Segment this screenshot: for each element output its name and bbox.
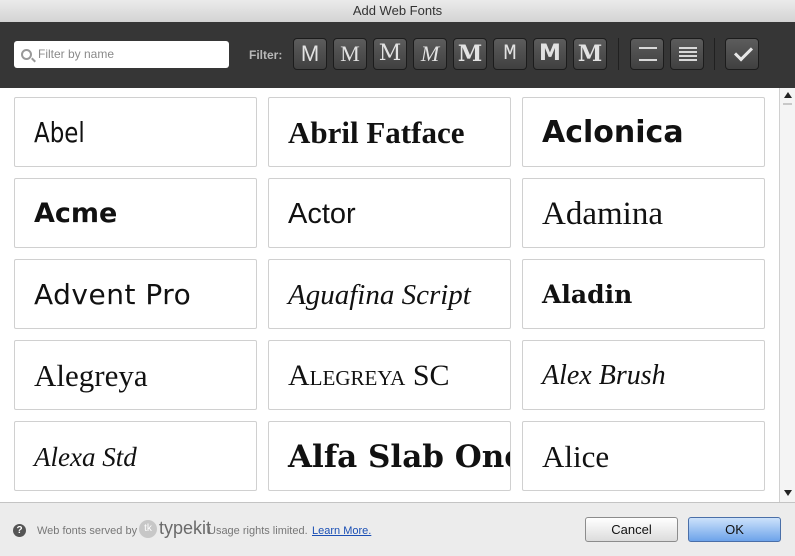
filter-sans-serif-button[interactable]: M (293, 38, 327, 70)
font-card-label: Alice (542, 439, 610, 474)
blackletter-filter-icon: M (457, 41, 483, 67)
ok-button[interactable]: OK (688, 517, 781, 542)
decorative-filter-icon: M (577, 41, 603, 67)
filter-blackletter-button[interactable]: M (453, 38, 487, 70)
toolbar-divider (618, 38, 619, 70)
font-card-aguafina-script[interactable]: Aguafina Script (268, 259, 511, 329)
filter-script-button[interactable]: M (413, 38, 447, 70)
filter-serif-button[interactable]: M (333, 38, 367, 70)
toolbar-divider (714, 38, 715, 70)
font-card-acme[interactable]: Acme (14, 178, 257, 248)
font-card-alexa-std[interactable]: Alexa Std (14, 421, 257, 491)
font-card-abril-fatface[interactable]: Abril Fatface (268, 97, 511, 167)
vertical-scrollbar[interactable] (779, 88, 795, 502)
font-card-label: Actor (288, 198, 356, 230)
toolbar: Filter by name Filter: M M M M M M M M (0, 22, 795, 88)
served-by-text: Web fonts served by (37, 525, 138, 537)
font-grid: Abel Abril Fatface Aclonica Acme Actor A… (0, 88, 779, 502)
scroll-down-arrow-icon[interactable] (784, 490, 792, 496)
font-card-alice[interactable]: Alice (522, 421, 765, 491)
search-placeholder: Filter by name (38, 47, 115, 61)
font-card-actor[interactable]: Actor (268, 178, 511, 248)
handwritten-filter-icon: M (539, 41, 561, 66)
font-card-label: Alex Brush (542, 360, 666, 391)
monospace-filter-icon: M (503, 41, 517, 66)
search-input[interactable]: Filter by name (14, 41, 229, 68)
filter-decorative-button[interactable]: M (573, 38, 607, 70)
font-card-label: Alfa Slab One (288, 439, 511, 475)
font-card-aladin[interactable]: Aladin (522, 259, 765, 329)
font-card-abel[interactable]: Abel (14, 97, 257, 167)
font-card-label: Alegreya (34, 358, 148, 393)
font-card-label: Advent Pro (34, 278, 192, 311)
font-card-label: Alegreya SC (288, 359, 450, 392)
help-icon[interactable]: ? (13, 524, 26, 537)
sans-serif-filter-icon: M (300, 41, 320, 66)
window-title: Add Web Fonts (0, 0, 795, 23)
font-card-advent-pro[interactable]: Advent Pro (14, 259, 257, 329)
font-card-label: Acme (34, 198, 118, 229)
font-card-alex-brush[interactable]: Alex Brush (522, 340, 765, 410)
view-paragraphs-button[interactable] (670, 38, 704, 70)
filter-monospace-button[interactable]: M (493, 38, 527, 70)
checkmark-icon (733, 42, 754, 62)
scrollbar-thumb[interactable] (783, 103, 792, 105)
footer: ? Web fonts served by tk typekit Usage r… (0, 502, 795, 556)
font-card-adamina[interactable]: Adamina (522, 178, 765, 248)
typekit-wordmark: typekit (159, 518, 212, 538)
headings-icon (639, 47, 657, 63)
slab-serif-filter-icon: M (378, 41, 402, 66)
typekit-logo-icon: tk (139, 520, 157, 538)
filter-label: Filter: (249, 48, 283, 62)
font-card-label: Abel (34, 116, 85, 149)
font-card-label: Alexa Std (34, 442, 137, 472)
cancel-button[interactable]: Cancel (585, 517, 678, 542)
scroll-up-arrow-icon[interactable] (784, 92, 792, 98)
font-card-label: Aladin (542, 280, 633, 309)
filter-handwritten-button[interactable]: M (533, 38, 567, 70)
view-headings-button[interactable] (630, 38, 664, 70)
font-card-label: Adamina (542, 196, 663, 232)
font-card-label: Aclonica (542, 115, 684, 150)
script-filter-icon: M (420, 41, 440, 66)
show-selected-button[interactable] (725, 38, 759, 70)
usage-rights-text: Usage rights limited. (208, 525, 308, 537)
filter-slab-serif-button[interactable]: M (373, 38, 407, 70)
font-card-label: Aguafina Script (288, 279, 471, 311)
font-card-aclonica[interactable]: Aclonica (522, 97, 765, 167)
paragraphs-icon (679, 47, 697, 63)
font-card-alegreya[interactable]: Alegreya (14, 340, 257, 410)
search-icon (21, 49, 32, 60)
serif-filter-icon: M (340, 41, 360, 66)
font-card-alegreya-sc[interactable]: Alegreya SC (268, 340, 511, 410)
learn-more-link[interactable]: Learn More. (312, 525, 371, 537)
font-card-alfa-slab-one[interactable]: Alfa Slab One (268, 421, 511, 491)
font-card-label: Abril Fatface (288, 115, 465, 150)
